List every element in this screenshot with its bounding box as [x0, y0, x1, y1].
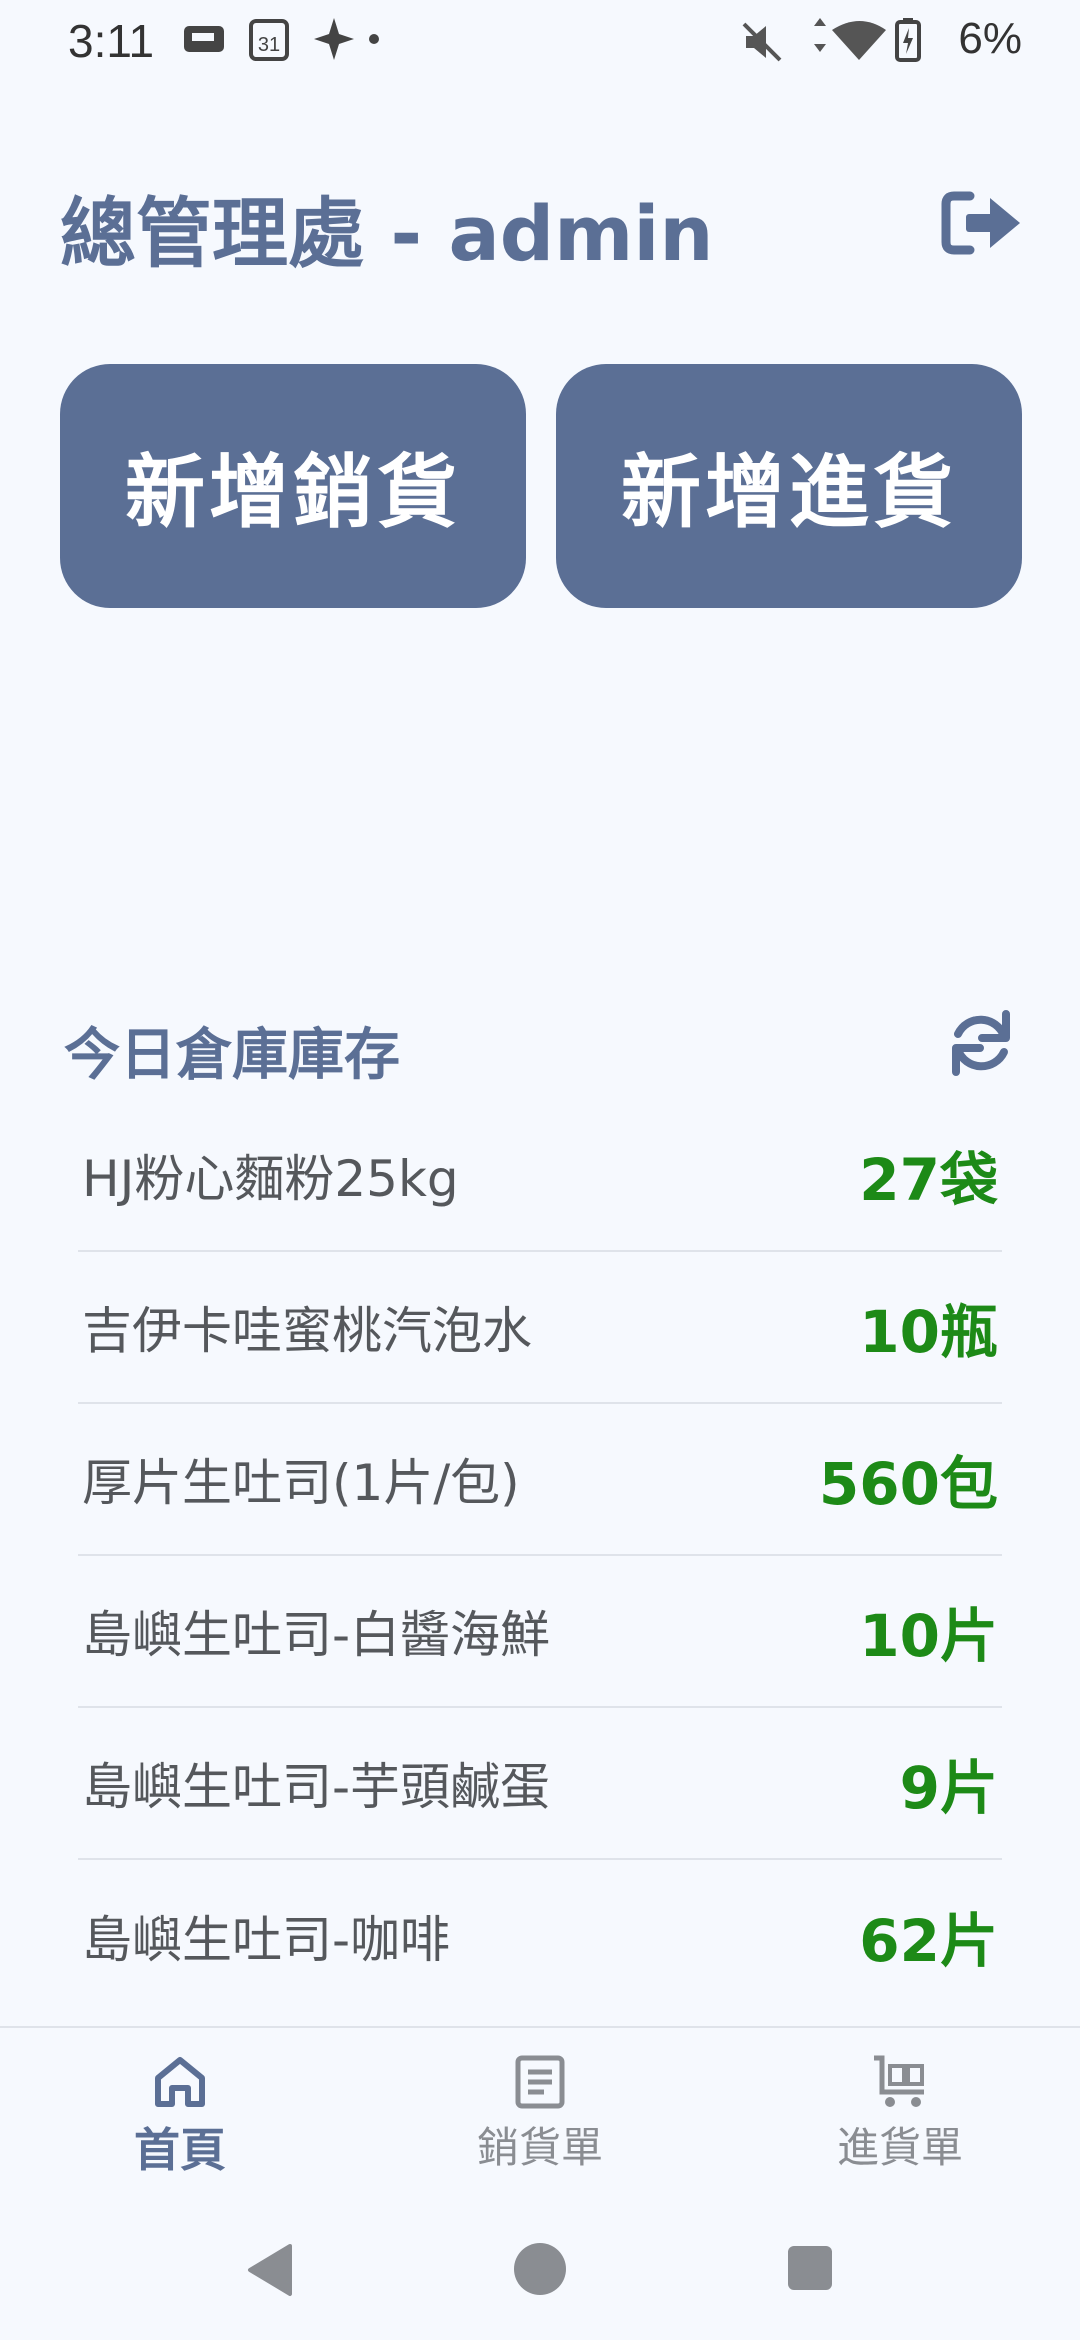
new-purchase-button[interactable]: 新增進貨: [556, 364, 1022, 608]
item-quantity: 9片: [899, 1754, 998, 1822]
refresh-button[interactable]: [946, 1008, 1016, 1078]
message-icon: [184, 26, 224, 52]
nav-sales-label: 銷貨單: [476, 2123, 603, 2172]
list-item: 厚片生吐司(1片/包) 560包: [78, 1404, 1002, 1556]
item-quantity: 62片: [859, 1907, 998, 1975]
nav-sales[interactable]: 銷貨單: [420, 2054, 660, 2194]
calendar-icon: 31: [249, 19, 289, 61]
item-name: HJ粉心麵粉25kg: [82, 1150, 459, 1208]
new-sale-button[interactable]: 新增銷貨: [60, 364, 526, 608]
list-item: 島嶼生吐司-咖啡 62片: [78, 1860, 1002, 2012]
status-time: 3:11: [68, 15, 155, 67]
mute-icon: [742, 22, 782, 62]
system-nav-bar: [0, 2200, 1080, 2340]
cart-icon: [874, 2055, 924, 2107]
list-item: HJ粉心麵粉25kg 27袋: [78, 1100, 1002, 1252]
home-circle-icon[interactable]: [513, 2242, 567, 2296]
back-icon[interactable]: [244, 2242, 296, 2298]
refresh-icon: [952, 1010, 1010, 1076]
item-name: 島嶼生吐司-白醬海鮮: [82, 1606, 551, 1664]
battery-icon: [895, 18, 921, 62]
inventory-title: 今日倉庫庫存: [64, 1023, 400, 1088]
svg-text:31: 31: [258, 34, 280, 56]
item-name: 島嶼生吐司-芋頭鹹蛋: [82, 1758, 551, 1816]
item-quantity: 10瓶: [859, 1298, 998, 1366]
item-quantity: 10片: [859, 1602, 998, 1670]
item-name: 厚片生吐司(1片/包): [82, 1454, 520, 1512]
nav-home[interactable]: 首頁: [60, 2054, 300, 2194]
status-bar: 3:11 31 6%: [0, 0, 1080, 84]
item-quantity: 560包: [818, 1450, 998, 1518]
home-icon: [155, 2057, 205, 2107]
document-icon: [515, 2055, 565, 2109]
nav-purchases[interactable]: 進貨單: [780, 2054, 1020, 2194]
recents-icon[interactable]: [786, 2244, 834, 2292]
item-name: 島嶼生吐司-咖啡: [82, 1911, 451, 1969]
inventory-list: HJ粉心麵粉25kg 27袋 吉伊卡哇蜜桃汽泡水 10瓶 厚片生吐司(1片/包)…: [78, 1100, 1002, 2012]
bottom-nav: 首頁 銷貨單 進貨單: [0, 2026, 1080, 2198]
wifi-icon: [814, 18, 886, 60]
list-item: 島嶼生吐司-芋頭鹹蛋 9片: [78, 1708, 1002, 1860]
logout-button[interactable]: [940, 188, 1024, 258]
nav-home-label: 首頁: [134, 2123, 226, 2177]
logout-icon: [941, 191, 1020, 255]
item-quantity: 27袋: [859, 1146, 998, 1214]
nav-purchases-label: 進貨單: [836, 2123, 963, 2172]
page-title: 總管理處 - admin: [60, 189, 714, 278]
sparkle-icon: [314, 18, 379, 60]
item-name: 吉伊卡哇蜜桃汽泡水: [82, 1302, 532, 1360]
list-item: 吉伊卡哇蜜桃汽泡水 10瓶: [78, 1252, 1002, 1404]
battery-percent: 6%: [958, 14, 1022, 63]
list-item: 島嶼生吐司-白醬海鮮 10片: [78, 1556, 1002, 1708]
